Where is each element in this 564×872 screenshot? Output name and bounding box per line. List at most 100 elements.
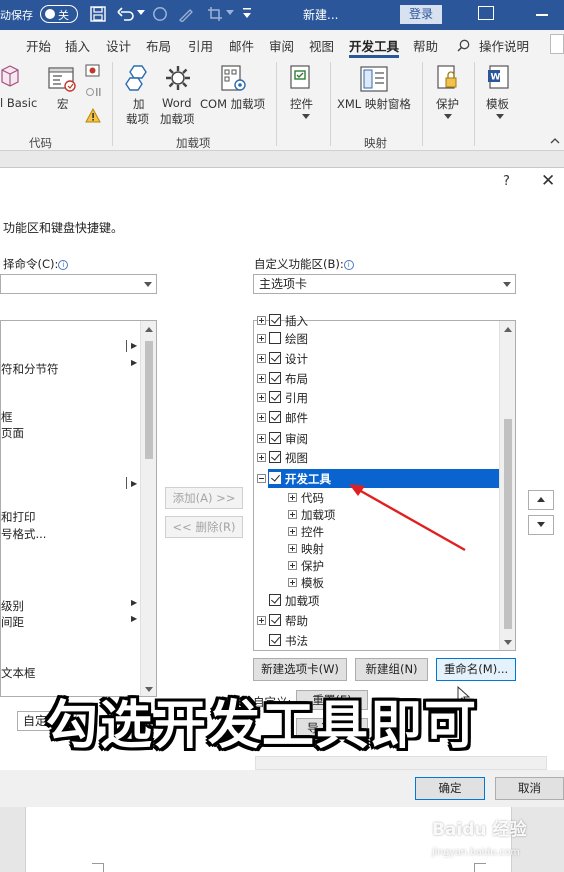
list-item[interactable]: 页面 (1, 425, 24, 441)
customize-ribbon-combo[interactable]: 主选项卡 (253, 274, 516, 294)
tab-help[interactable]: 帮助 (413, 36, 438, 55)
scroll-up-icon[interactable] (145, 327, 153, 332)
xml-mapping-pane-icon[interactable] (360, 66, 388, 92)
developer-checkbox[interactable] (269, 472, 281, 484)
controls-dropdown-icon[interactable] (302, 114, 310, 119)
protect-label[interactable]: 保护 (436, 96, 459, 112)
login-button[interactable]: 登录 (400, 5, 442, 24)
tab-review[interactable]: 审阅 (269, 36, 294, 55)
list-item[interactable]: 文本框 (1, 665, 36, 681)
tab-layout[interactable]: 布局 (146, 36, 171, 55)
collapse-icon[interactable] (257, 474, 266, 483)
checkbox[interactable] (269, 432, 281, 444)
expand-icon[interactable] (288, 493, 297, 502)
checkbox[interactable] (269, 614, 281, 626)
undo-dropdown-icon[interactable] (137, 10, 145, 16)
scroll-down-icon[interactable] (504, 640, 512, 645)
checkbox[interactable] (269, 352, 281, 364)
checkbox[interactable] (269, 451, 281, 463)
tab-home[interactable]: 开始 (26, 36, 51, 55)
word-add-ins-label-1[interactable]: Word (162, 96, 192, 110)
lightbulb-search-icon[interactable] (457, 39, 470, 52)
checkbox[interactable] (269, 314, 281, 326)
tree-scrollbar[interactable] (499, 321, 515, 650)
redo-icon[interactable] (152, 6, 168, 22)
visual-basic-label[interactable]: l Basic (0, 96, 37, 110)
checkbox[interactable] (269, 634, 281, 646)
tab-developer[interactable]: 开发工具 (349, 36, 399, 55)
new-group-button[interactable]: 新建组(N) (355, 658, 428, 681)
controls-label[interactable]: 控件 (290, 96, 313, 112)
horizontal-scrollbar[interactable] (255, 756, 547, 770)
tree-row-insert[interactable]: 插入 (255, 312, 495, 330)
macros-label[interactable]: 宏 (57, 96, 69, 112)
list-item[interactable]: 号格式... (1, 526, 46, 542)
macro-security-icon[interactable] (85, 108, 101, 123)
pause-recording-icon[interactable] (85, 86, 101, 98)
scroll-thumb[interactable] (145, 341, 153, 459)
expand-icon[interactable] (288, 578, 297, 587)
commands-list[interactable]: 符和分节符 框 页面 和打印 号格式... 级别 间距 文本框 ▶ ▶ ▶ ▶ … (0, 320, 157, 697)
document-template-icon[interactable]: W (486, 64, 512, 92)
xml-mapping-pane-label[interactable]: XML 映射窗格 (337, 96, 411, 112)
tell-me-search[interactable]: 操作说明 (479, 36, 529, 55)
scroll-thumb[interactable] (504, 419, 512, 629)
add-button[interactable]: 添加(A) >> (165, 487, 243, 509)
save-icon[interactable] (90, 6, 106, 22)
com-add-ins-label[interactable]: COM 加载项 (200, 96, 265, 112)
crop-dropdown-icon[interactable] (226, 10, 234, 16)
move-up-button[interactable] (528, 490, 554, 510)
customize-qat-icon[interactable] (242, 7, 252, 19)
com-add-ins-icon[interactable] (220, 64, 248, 94)
share-button[interactable] (550, 34, 564, 54)
tab-view[interactable]: 视图 (309, 36, 334, 55)
list-item[interactable]: 和打印 (1, 509, 36, 525)
close-icon[interactable]: ✕ (541, 171, 555, 191)
controls-icon[interactable] (288, 64, 314, 90)
rename-button[interactable]: 重命名(M)... (436, 658, 516, 681)
expand-icon[interactable] (288, 510, 297, 519)
templates-dropdown-icon[interactable] (496, 114, 504, 119)
expand-icon[interactable] (257, 374, 266, 383)
record-macro-icon[interactable] (85, 64, 101, 78)
expand-icon[interactable] (288, 544, 297, 553)
list-item[interactable]: 框 (1, 409, 13, 425)
expand-icon[interactable] (257, 334, 266, 343)
remove-button[interactable]: << 删除(R) (165, 516, 243, 538)
checkbox[interactable] (269, 411, 281, 423)
checkbox[interactable] (269, 372, 281, 384)
macros-icon[interactable] (48, 66, 78, 94)
add-ins-icon[interactable] (124, 64, 152, 94)
expand-icon[interactable] (257, 453, 266, 462)
collapse-ribbon-icon[interactable] (550, 138, 560, 144)
word-add-ins-label-2[interactable]: 加载项 (160, 111, 195, 127)
checkbox[interactable] (269, 594, 281, 606)
tab-mailings[interactable]: 邮件 (229, 36, 254, 55)
expand-icon[interactable] (257, 616, 266, 625)
minimize-icon[interactable] (536, 14, 548, 16)
tab-design[interactable]: 设计 (106, 36, 131, 55)
help-button[interactable]: ? (503, 174, 510, 189)
list-item[interactable]: 级别 (1, 598, 24, 614)
protect-icon[interactable] (436, 64, 460, 92)
expand-icon[interactable] (288, 527, 297, 536)
expand-icon[interactable] (257, 413, 266, 422)
draw-icon[interactable] (178, 6, 194, 22)
tab-insert[interactable]: 插入 (65, 36, 90, 55)
autosave-toggle[interactable]: 关 (40, 5, 78, 23)
templates-label[interactable]: 模板 (486, 96, 509, 112)
undo-icon[interactable] (117, 6, 135, 22)
ok-button[interactable]: 确定 (415, 777, 485, 800)
checkbox[interactable] (269, 332, 281, 344)
crop-icon[interactable] (207, 6, 223, 22)
expand-icon[interactable] (257, 316, 266, 325)
visual-basic-icon[interactable] (0, 64, 20, 88)
move-down-button[interactable] (528, 515, 554, 535)
checkbox[interactable] (269, 391, 281, 403)
list-item[interactable]: 间距 (1, 614, 24, 630)
tab-references[interactable]: 引用 (188, 36, 213, 55)
left-list-scrollbar[interactable] (140, 321, 156, 696)
expand-icon[interactable] (257, 434, 266, 443)
cancel-button[interactable]: 取消 (495, 777, 564, 800)
add-ins-label-1[interactable]: 加 (133, 96, 145, 112)
